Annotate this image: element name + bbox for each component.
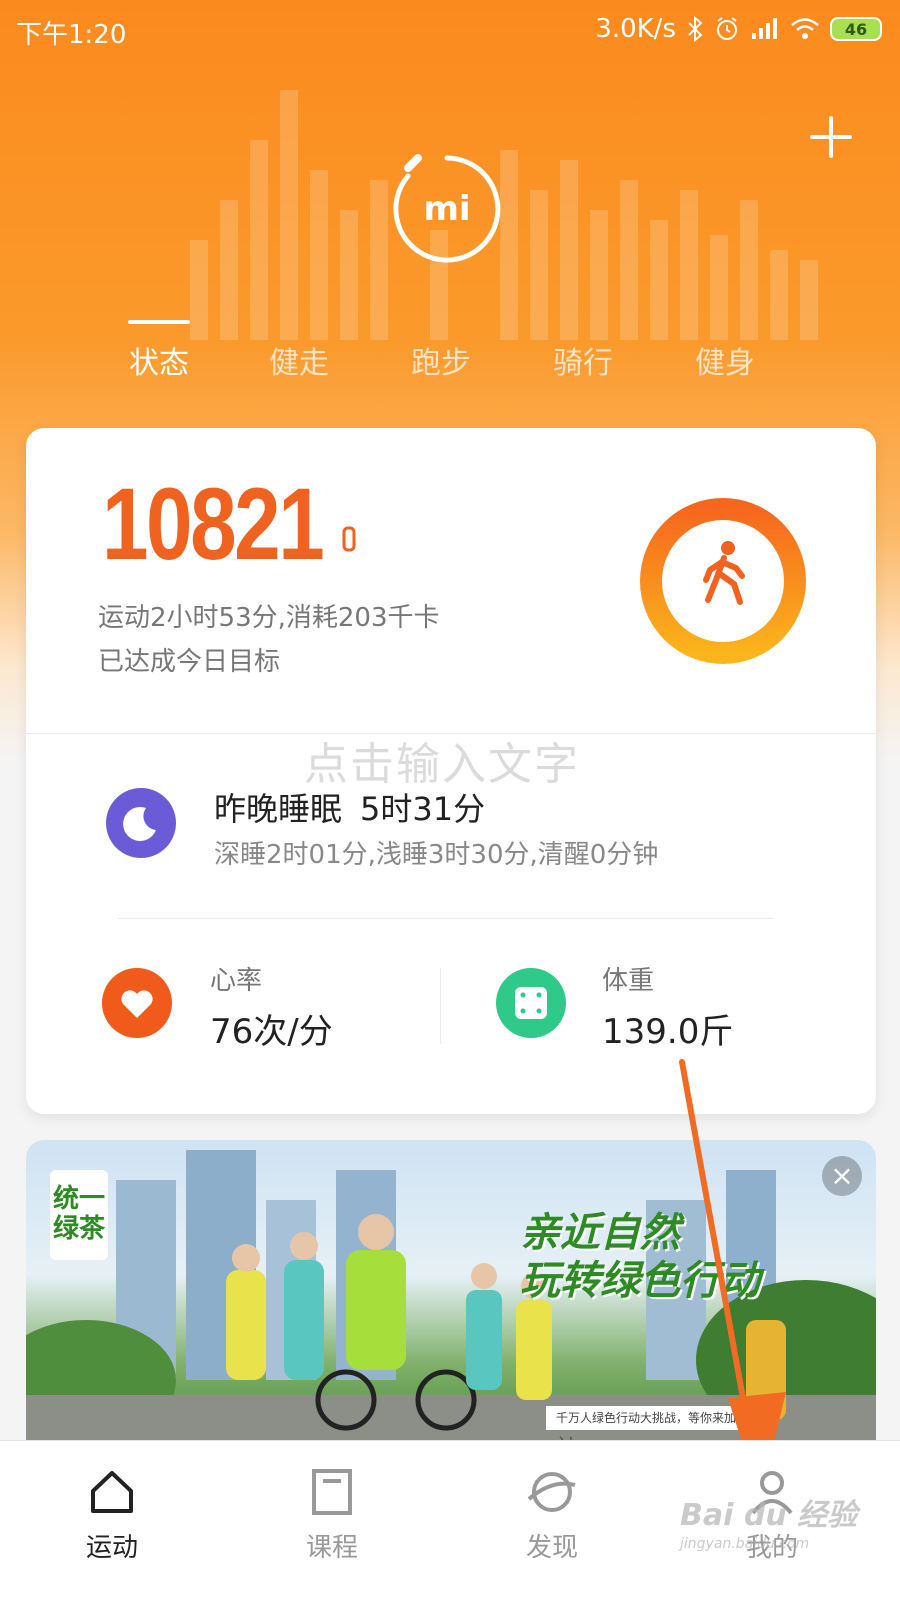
goal-ring[interactable] [638, 496, 808, 666]
status-bar: 下午1:20 3.0K/s 46 [0, 0, 900, 60]
tab-cycling[interactable]: 骑行 [528, 338, 638, 382]
overlay-placeholder-text[interactable]: 点击输入文字 [304, 728, 580, 792]
tab-bar: 状态 健走 跑步 骑行 健身 [0, 320, 900, 390]
tab-walking[interactable]: 健走 [244, 338, 354, 382]
tab-status[interactable]: 状态 [104, 338, 214, 382]
sleep-label: 昨晚睡眠 [214, 790, 343, 828]
mi-logo: mi [393, 154, 501, 263]
watermark-sub: jingyan.baidu.com [680, 1536, 810, 1552]
signal-icon [752, 18, 777, 39]
goal-status: 已达成今日目标 [98, 647, 281, 677]
ad-banner[interactable]: 统一 绿茶 亲近自然 玩转绿色行动 千万人绿色行动大挑战，等你来加入！ × [26, 1140, 876, 1440]
brand-logo: 统一 绿茶 [50, 1170, 108, 1260]
step-count: 10821 [102, 467, 325, 581]
nav-item-courses[interactable]: 课程 [272, 1465, 392, 1564]
metric-divider [440, 968, 441, 1044]
heart-icon [102, 968, 172, 1038]
tab-fitness[interactable]: 健身 [670, 338, 780, 382]
summary-card[interactable]: 10821 运动2小时53分,消耗203千卡 已达成今日目标 点击输入文字 z … [26, 428, 876, 1114]
battery-icon: 46 [830, 17, 882, 41]
bluetooth-icon [688, 16, 703, 42]
nav-label-courses: 课程 [305, 1533, 358, 1563]
close-icon[interactable]: × [822, 1156, 862, 1196]
wifi-icon [791, 18, 819, 39]
walking-icon [703, 541, 745, 605]
banner-slogan-2: 玩转绿色行动 [520, 1258, 760, 1304]
course-icon [312, 1469, 352, 1515]
svg-text:z: z [150, 810, 156, 823]
add-icon[interactable] [806, 112, 856, 162]
sleep-icon: z [106, 788, 176, 858]
sleep-duration: 5时31分 [360, 790, 486, 828]
weight-value[interactable]: 139.0斤 [602, 1004, 733, 1053]
heart-rate-label: 心率 [210, 966, 263, 996]
nav-label-exercise: 运动 [85, 1533, 138, 1563]
home-icon [91, 1471, 133, 1513]
weight-label: 体重 [602, 966, 655, 996]
weight-icon [496, 968, 566, 1038]
discover-icon [527, 1472, 576, 1512]
inner-divider [118, 918, 774, 919]
activity-summary: 运动2小时53分,消耗203千卡 已达成今日目标 [98, 596, 440, 684]
nav-item-discover[interactable]: 发现 [492, 1465, 612, 1564]
tab-running[interactable]: 跑步 [386, 338, 496, 382]
status-icons: 3.0K/s 46 [595, 14, 882, 44]
nav-label-discover: 发现 [525, 1533, 578, 1563]
status-time: 下午1:20 [16, 20, 127, 50]
watermark-text: Bai du 经验 [680, 1498, 858, 1533]
alarm-icon [717, 17, 737, 40]
watermark: Bai du 经验 jingyan.baidu.com [680, 1490, 857, 1552]
heart-rate-value[interactable]: 76次/分 [210, 1004, 333, 1053]
sleep-detail: 深睡2时01分,浅睡3时30分,清醒0分钟 [214, 840, 659, 870]
band-icon [342, 526, 356, 552]
network-speed: 3.0K/s [595, 14, 676, 44]
logo-text: mi [423, 189, 470, 229]
activity-duration-calories: 运动2小时53分,消耗203千卡 [98, 603, 440, 633]
nav-item-exercise[interactable]: 运动 [52, 1465, 172, 1564]
banner-ad-text: 千万人绿色行动大挑战，等你来加入！ [546, 1406, 746, 1440]
tab-indicator [128, 320, 190, 324]
sleep-title[interactable]: 昨晚睡眠 5时31分 [214, 784, 485, 830]
